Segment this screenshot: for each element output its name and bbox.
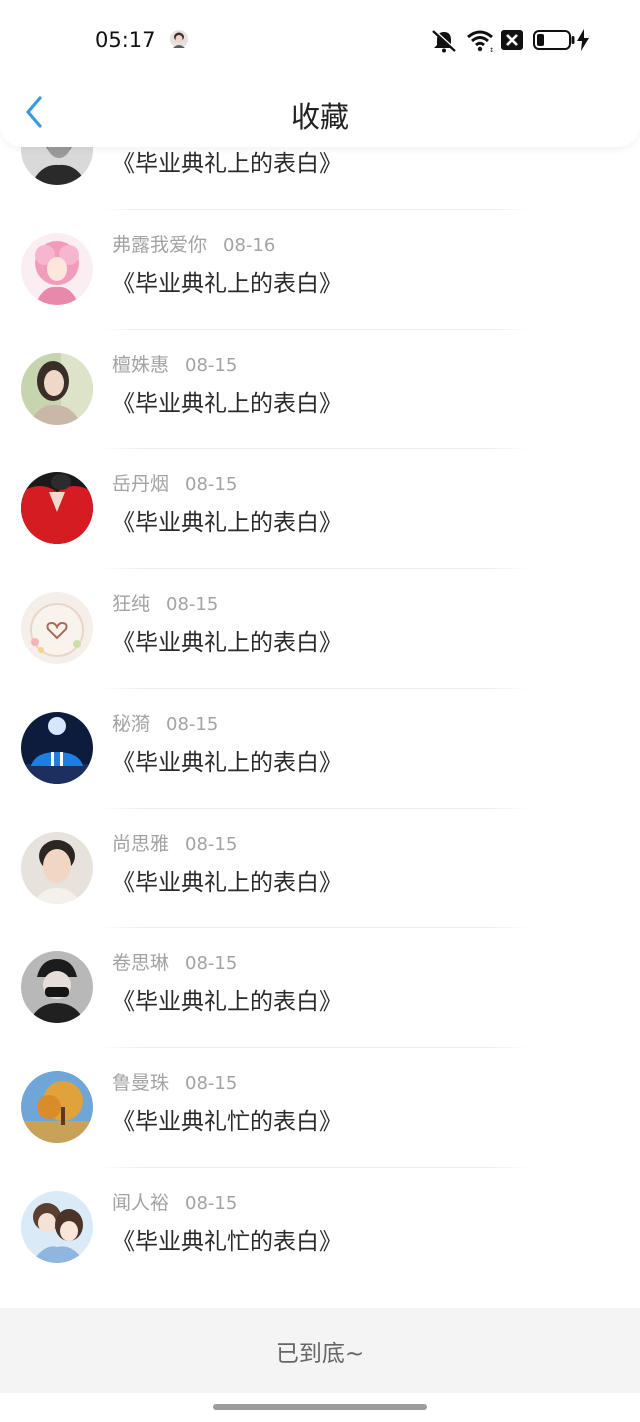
avatar[interactable]: [21, 1071, 93, 1143]
item-username: 狂纯: [112, 593, 151, 615]
avatar[interactable]: [21, 951, 93, 1024]
mute-bell-icon: [432, 29, 457, 53]
avatar[interactable]: [21, 232, 93, 305]
item-date: 08-15: [185, 474, 238, 496]
wifi-icon: ↕: [467, 30, 494, 53]
list-item[interactable]: 卷思琳 08-15 《毕业典礼上的表白》: [0, 928, 640, 1048]
favorites-screen: 春冷08-16 《毕业典礼上的表白》 弗露我爱你08-16 《毕业典礼上的表: [0, 0, 640, 1422]
avatar-latte-heart-image: [21, 592, 93, 664]
item-date: 08-15: [185, 1192, 238, 1214]
item-title[interactable]: 《毕业典礼上的表白》: [112, 623, 342, 657]
avatar[interactable]: [21, 352, 93, 425]
list-item[interactable]: 檀姝惠 08-15 《毕业典礼上的表白》: [0, 330, 640, 450]
item-meta: 岳丹烟 08-15: [112, 469, 237, 496]
item-username: 岳丹烟: [112, 473, 170, 496]
svg-text:↕: ↕: [489, 47, 494, 53]
item-username: 鲁曼珠: [112, 1072, 170, 1094]
favorites-list[interactable]: 春冷08-16 《毕业典礼上的表白》 弗露我爱你08-16 《毕业典礼上的表: [0, 90, 640, 1288]
item-date: 08-15: [166, 713, 219, 735]
avatar[interactable]: [21, 831, 93, 904]
charging-bolt-icon: [577, 29, 589, 51]
avatar-autumn-tree-image: [21, 1071, 93, 1143]
item-username: 尚思雅: [112, 832, 170, 855]
item-meta: 鲁曼珠 08-15: [112, 1068, 237, 1095]
item-meta: 尚思雅 08-15: [112, 829, 237, 856]
battery-icon: [533, 30, 575, 50]
item-meta: 檀姝惠 08-15: [112, 350, 237, 377]
item-username: 檀姝惠: [112, 353, 170, 376]
avatar[interactable]: [21, 711, 93, 784]
item-date: 08-15: [185, 1073, 238, 1094]
item-title[interactable]: 《毕业典礼上的表白》: [112, 503, 342, 537]
item-title[interactable]: 《毕业典礼上的表白》: [112, 743, 342, 777]
page-title: 收藏: [290, 100, 349, 134]
list-item[interactable]: 弗露我爱你 08-16 《毕业典礼上的表白》: [0, 210, 640, 330]
item-date: 08-15: [185, 833, 238, 855]
item-date: 08-15: [185, 953, 238, 975]
item-title[interactable]: 《毕业典礼上的表白》: [112, 384, 342, 418]
item-title[interactable]: 《毕业典礼忙的表白》: [112, 1222, 342, 1256]
avatar-anime-couple-image: [21, 1190, 93, 1263]
item-username: 秘漪: [112, 712, 151, 735]
item-title[interactable]: 《毕业典礼上的表白》: [112, 144, 342, 178]
item-title[interactable]: 《毕业典礼上的表白》: [112, 982, 342, 1016]
status-bar: 05:17 ↕: [0, 0, 640, 80]
avatar[interactable]: [21, 1190, 93, 1263]
list-item[interactable]: 岳丹烟 08-15 《毕业典礼上的表白》: [0, 449, 640, 569]
item-date: 08-15: [166, 594, 219, 615]
list-item[interactable]: 狂纯 08-15 《毕业典礼上的表白》: [0, 569, 640, 689]
item-username: 卷思琳: [112, 952, 170, 975]
list-item[interactable]: 尚思雅 08-15 《毕业典礼上的表白》: [0, 809, 640, 929]
item-title[interactable]: 《毕业典礼忙的表白》: [112, 1102, 342, 1136]
item-meta: 狂纯 08-15: [112, 589, 218, 616]
item-username: 弗露我爱你: [112, 233, 208, 256]
app-header: 05:17 ↕ 收藏: [0, 0, 640, 147]
avatar[interactable]: [21, 472, 93, 545]
avatar-red-jacket-image: [21, 472, 93, 545]
end-of-list-text: 已到底~: [275, 1340, 365, 1367]
item-meta: 卷思琳 08-15: [112, 948, 237, 975]
avatar-woman-portrait-image: [21, 352, 93, 425]
profile-avatar-icon: [170, 30, 188, 48]
list-item[interactable]: 秘漪 08-15 《毕业典礼上的表白》: [0, 689, 640, 809]
avatar-cap-mask-image: [21, 951, 93, 1024]
close-box-icon: [501, 30, 523, 50]
item-date: 08-15: [185, 354, 238, 376]
list-item[interactable]: 闻人裕 08-15 《毕业典礼忙的表白》: [0, 1168, 640, 1288]
avatar[interactable]: [21, 592, 93, 664]
item-meta: 闻人裕 08-15: [112, 1188, 237, 1215]
item-meta: 弗露我爱你 08-16: [112, 230, 275, 257]
home-indicator[interactable]: [213, 1404, 427, 1410]
item-title[interactable]: 《毕业典礼上的表白》: [112, 264, 342, 298]
item-meta: 秘漪 08-15: [112, 709, 218, 736]
avatar-blue-car-image: [21, 711, 93, 784]
item-date: 08-16: [223, 234, 276, 256]
list-item[interactable]: 鲁曼珠 08-15 《毕业典礼忙的表白》: [0, 1048, 640, 1168]
item-username: 闻人裕: [112, 1191, 170, 1214]
avatar-young-man-image: [21, 831, 93, 904]
end-of-list-footer: 已到底~: [0, 1308, 640, 1393]
status-time: 05:17: [95, 28, 156, 52]
avatar-anime-pink-hair-image: [21, 232, 93, 305]
item-title[interactable]: 《毕业典礼上的表白》: [112, 863, 342, 897]
